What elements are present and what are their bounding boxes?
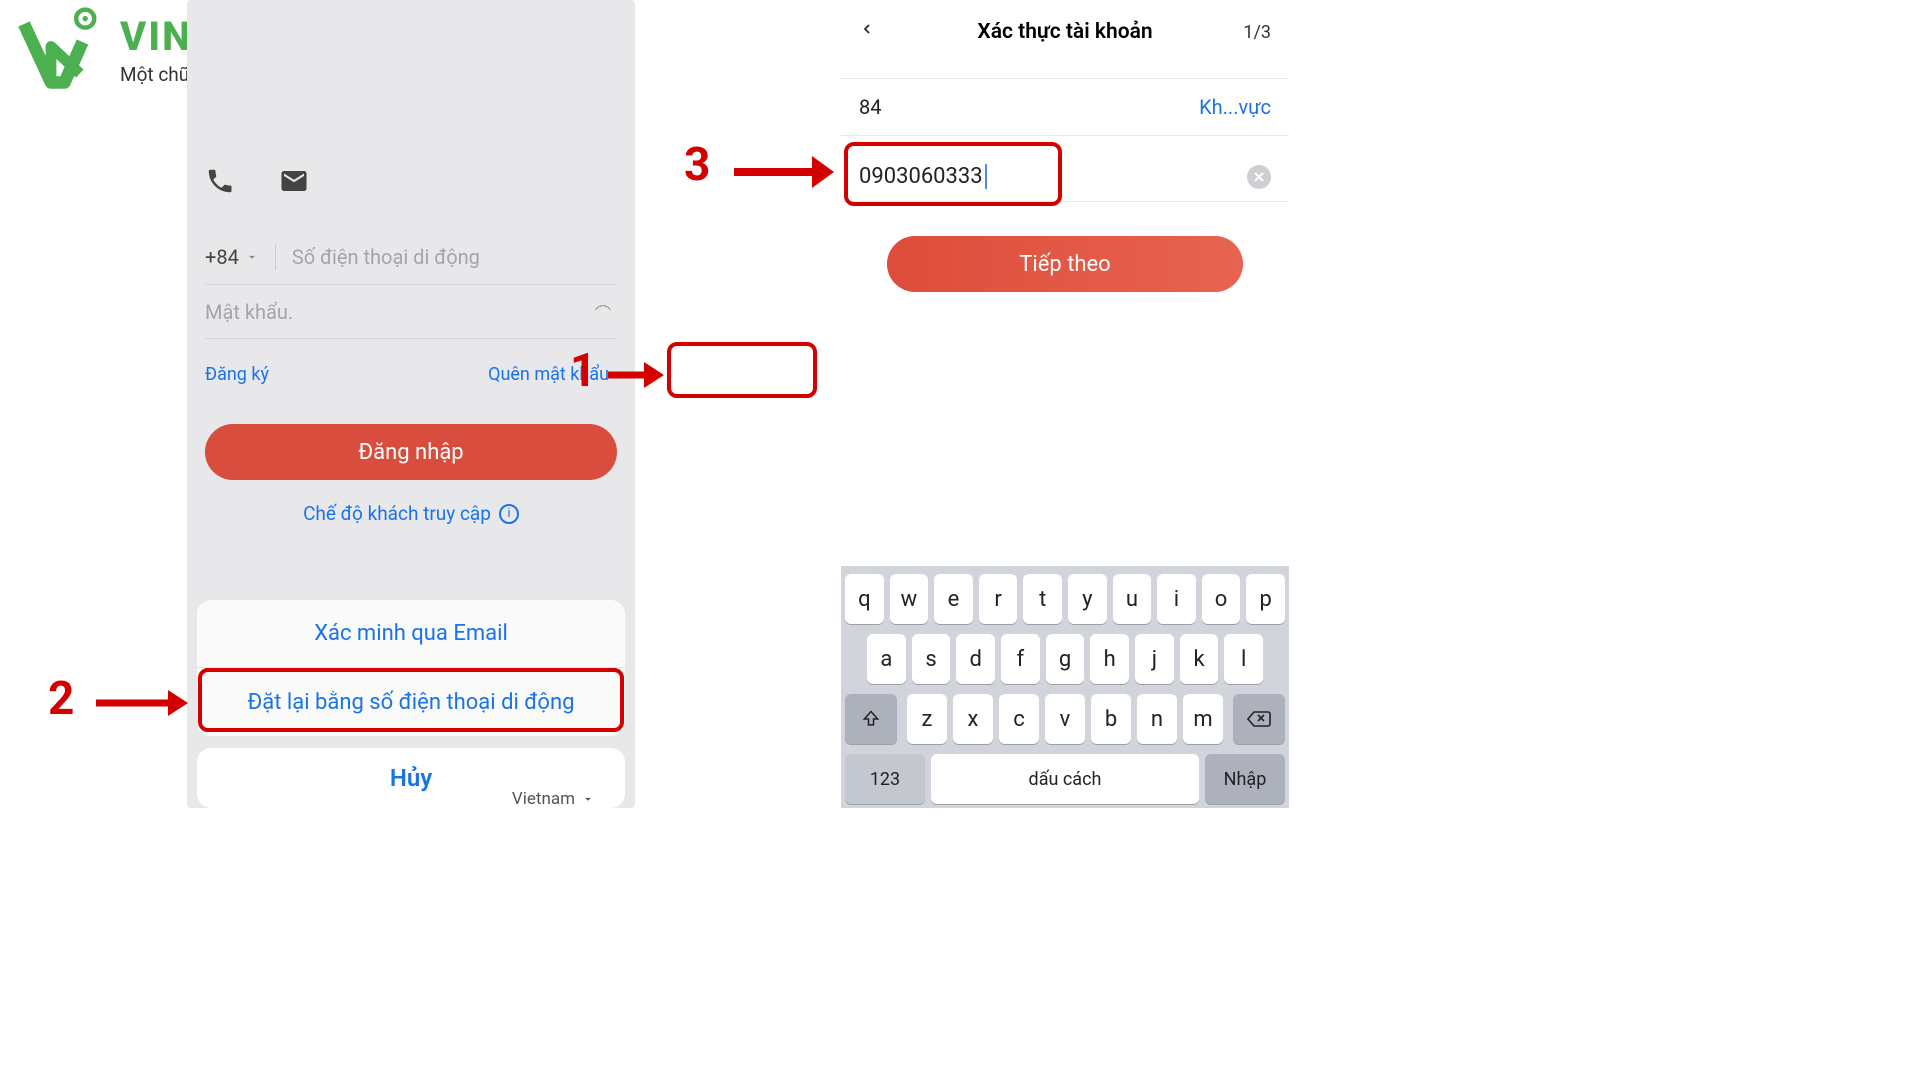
key-y[interactable]: y	[1068, 574, 1107, 624]
key-q[interactable]: q	[845, 574, 884, 624]
country-code-row[interactable]: 84 Kh...vực	[841, 78, 1289, 136]
key-z[interactable]: z	[907, 694, 947, 744]
key-i[interactable]: i	[1157, 574, 1196, 624]
brand-logo-mark	[10, 6, 110, 96]
country-code-selector[interactable]: +84	[205, 245, 259, 269]
chevron-down-icon	[581, 792, 595, 806]
annotation-box-1	[667, 342, 817, 398]
action-sheet: Xác minh qua Email Đặt lại bằng số điện …	[197, 600, 625, 736]
key-g[interactable]: g	[1046, 634, 1085, 684]
annotation-arrow-2	[92, 686, 188, 720]
key-d[interactable]: d	[956, 634, 995, 684]
key-a[interactable]: a	[867, 634, 906, 684]
key-r[interactable]: r	[979, 574, 1018, 624]
annotation-number-1: 1	[570, 344, 596, 398]
key-v[interactable]: v	[1045, 694, 1085, 744]
key-f[interactable]: f	[1001, 634, 1040, 684]
backspace-icon	[1247, 710, 1271, 728]
key-h[interactable]: h	[1090, 634, 1129, 684]
key-p[interactable]: p	[1246, 574, 1285, 624]
numeric-keyboard-key[interactable]: 123	[845, 754, 925, 804]
key-j[interactable]: j	[1135, 634, 1174, 684]
annotation-number-3: 3	[684, 138, 710, 192]
login-screen: +84 Số điện thoại di động Mật khẩu. Đăng…	[187, 0, 635, 808]
annotation-arrow-3	[730, 152, 834, 192]
key-n[interactable]: n	[1137, 694, 1177, 744]
key-t[interactable]: t	[1023, 574, 1062, 624]
close-icon	[1254, 172, 1264, 182]
shift-icon	[861, 709, 881, 729]
language-label: Vietnam	[512, 789, 575, 809]
step-indicator: 1/3	[1243, 22, 1271, 43]
chevron-down-icon	[245, 250, 259, 264]
keyboard: qwertyuiop asdfghjkl zxcvbnm 123 dấu các…	[841, 566, 1289, 808]
key-m[interactable]: m	[1183, 694, 1223, 744]
key-b[interactable]: b	[1091, 694, 1131, 744]
verify-screen: Xác thực tài khoản 1/3 84 Kh...vực 09030…	[841, 0, 1289, 808]
verify-email-option[interactable]: Xác minh qua Email	[197, 600, 625, 668]
reset-by-phone-option[interactable]: Đặt lại bằng số điện thoại di động	[197, 668, 625, 736]
key-c[interactable]: c	[999, 694, 1039, 744]
email-tab-icon[interactable]	[279, 166, 309, 200]
backspace-key[interactable]	[1233, 694, 1285, 744]
key-w[interactable]: w	[890, 574, 929, 624]
signup-link[interactable]: Đăng ký	[205, 364, 269, 385]
enter-key[interactable]: Nhập	[1205, 754, 1285, 804]
info-icon[interactable]: i	[499, 504, 519, 524]
phone-input-placeholder: Số điện thoại di động	[292, 245, 617, 269]
key-x[interactable]: x	[953, 694, 993, 744]
country-code-value: +84	[205, 245, 239, 269]
spacebar-key[interactable]: dấu cách	[931, 754, 1199, 804]
region-link[interactable]: Kh...vực	[1199, 95, 1271, 119]
annotation-arrow-1	[604, 358, 664, 392]
phone-input-row[interactable]: +84 Số điện thoại di động	[205, 230, 617, 285]
key-k[interactable]: k	[1180, 634, 1219, 684]
back-button[interactable]	[859, 17, 875, 47]
key-e[interactable]: e	[934, 574, 973, 624]
language-selector[interactable]: Vietnam	[512, 789, 595, 809]
password-placeholder: Mật khẩu.	[205, 300, 589, 324]
clear-input-button[interactable]	[1247, 165, 1271, 189]
key-s[interactable]: s	[912, 634, 951, 684]
password-input-row[interactable]: Mật khẩu.	[205, 286, 617, 339]
phone-number-input[interactable]: 0903060333	[859, 164, 987, 189]
key-l[interactable]: l	[1224, 634, 1263, 684]
login-button[interactable]: Đăng nhập	[205, 424, 617, 480]
country-code-value: 84	[859, 95, 881, 119]
key-u[interactable]: u	[1113, 574, 1152, 624]
shift-key[interactable]	[845, 694, 897, 744]
chevron-left-icon	[859, 17, 875, 41]
guest-mode-link[interactable]: Chế độ khách truy cập	[303, 502, 491, 525]
next-button[interactable]: Tiếp theo	[887, 236, 1243, 292]
phone-tab-icon[interactable]	[205, 166, 235, 200]
forgot-password-link[interactable]: Quên mật khẩu	[480, 360, 617, 389]
annotation-number-2: 2	[48, 672, 74, 726]
key-o[interactable]: o	[1202, 574, 1241, 624]
toggle-password-visibility-icon[interactable]	[589, 301, 617, 323]
page-title: Xác thực tài khoản	[977, 20, 1152, 44]
